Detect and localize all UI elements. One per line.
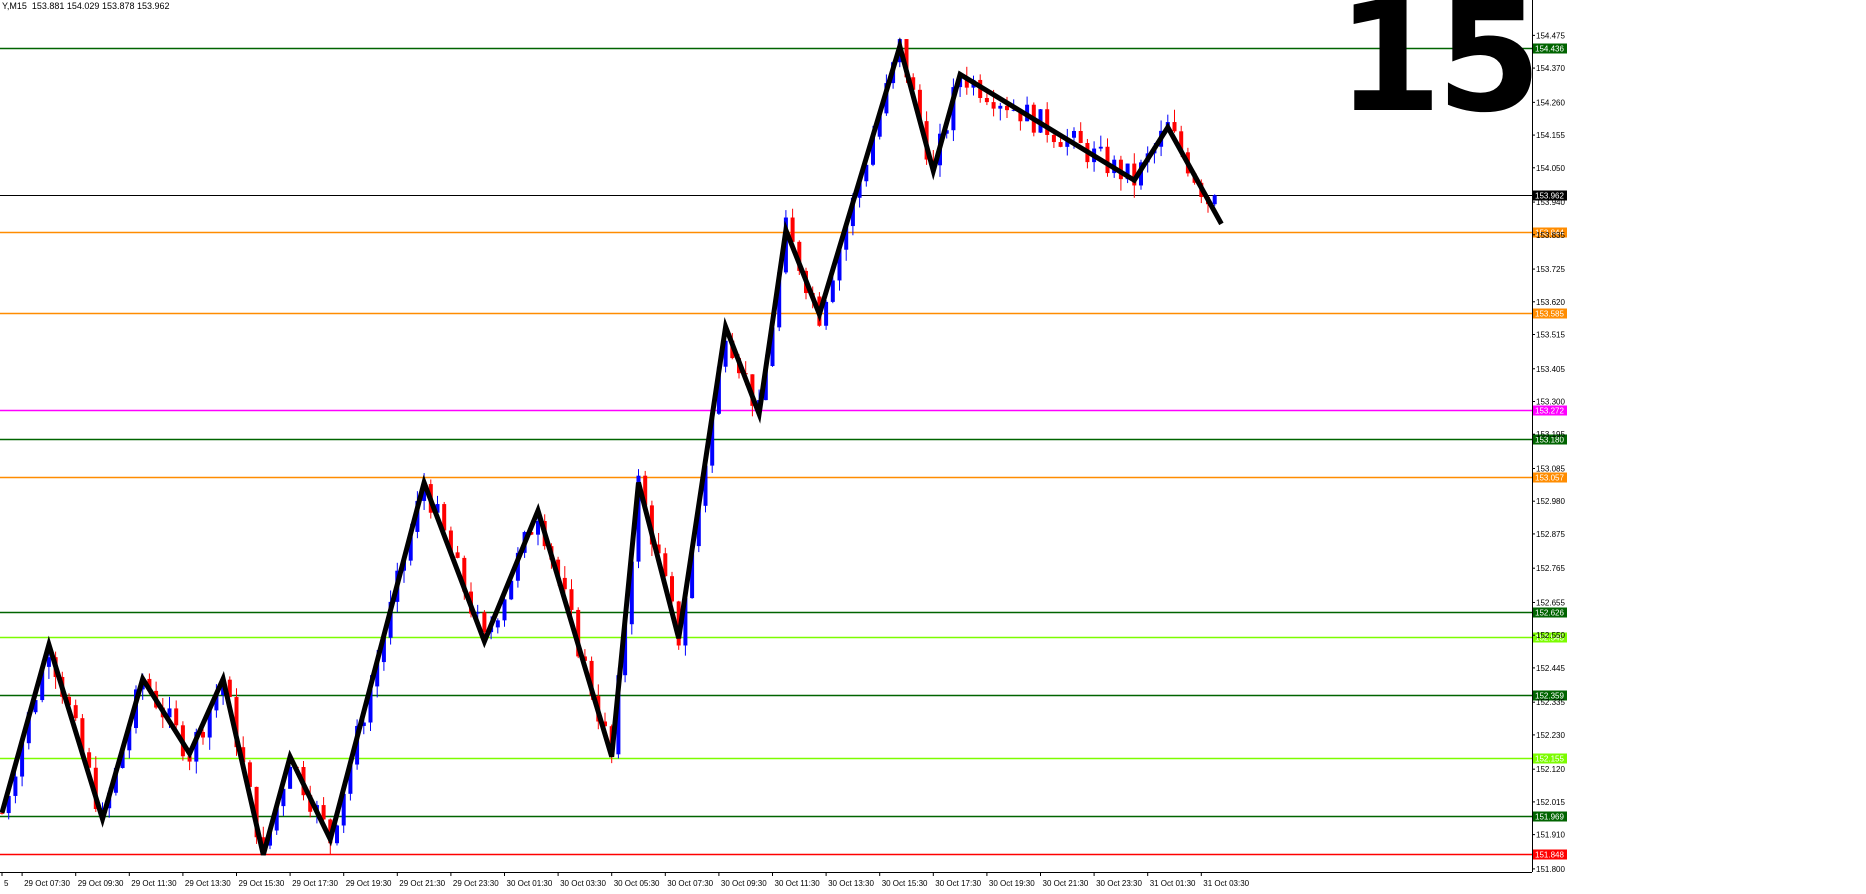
y-tick-label: 152.550 <box>1536 631 1565 640</box>
x-tick-label: 29 Oct 23:30 <box>453 879 499 888</box>
candle-body <box>824 301 829 326</box>
timeframe-overlay-number: 15 <box>1336 0 1542 146</box>
x-tick-label: 30 Oct 15:30 <box>882 879 928 888</box>
chart-area[interactable]: 154.436 153.844 153.585 153.272 153.180 153.0… <box>0 0 1866 894</box>
level-price-label: 153.272 <box>1535 407 1564 416</box>
level-price-label: 151.848 <box>1535 851 1564 860</box>
zigzag-line <box>0 37 1224 856</box>
candle-body <box>1098 146 1103 149</box>
x-tick-label: 5 <box>4 879 9 888</box>
x-tick-label: 30 Oct 21:30 <box>1043 879 1089 888</box>
axes: 154.475 154.370 154.260 154.155 154.050 153.9… <box>0 0 1565 888</box>
candle-body <box>495 620 500 628</box>
candle-body <box>174 708 179 726</box>
candle-body <box>1105 146 1110 174</box>
candle-body <box>455 552 460 558</box>
y-tick-label: 153.085 <box>1536 464 1565 473</box>
x-tick-label: 30 Oct 11:30 <box>775 879 821 888</box>
candle-body <box>73 705 78 719</box>
y-tick-label: 153.835 <box>1536 231 1565 240</box>
symbol-timeframe: Y,M15 <box>2 1 27 11</box>
level-price-label: 151.969 <box>1535 813 1564 822</box>
x-tick-label: 29 Oct 13:30 <box>185 879 231 888</box>
ohlc-readout: Y,M15 153.881 154.029 153.878 153.962 <box>2 1 170 11</box>
ohlc-values: 153.881 154.029 153.878 153.962 <box>31 1 170 11</box>
x-tick-label: 30 Oct 05:30 <box>614 879 660 888</box>
y-tick-label: 154.370 <box>1536 64 1565 73</box>
y-tick-label: 152.120 <box>1536 765 1565 774</box>
x-tick-label: 30 Oct 09:30 <box>721 879 767 888</box>
x-tick-label: 30 Oct 07:30 <box>667 879 713 888</box>
candle-body <box>998 105 1003 109</box>
y-tick-label: 154.050 <box>1536 164 1565 173</box>
level-price-label: 153.585 <box>1535 310 1564 319</box>
candle-body <box>482 612 487 633</box>
zigzag <box>0 37 1224 856</box>
y-tick-label: 152.015 <box>1536 798 1565 807</box>
y-tick-label: 154.155 <box>1536 131 1565 140</box>
level-price-label: 152.626 <box>1535 609 1564 618</box>
candlestick-chart[interactable]: 154.436153.844153.585153.272153.180153.0… <box>0 0 1866 894</box>
candle-body <box>1172 122 1177 132</box>
level-price-label: 152.155 <box>1535 755 1564 764</box>
candle-body <box>984 97 989 103</box>
y-tick-label: 152.765 <box>1536 564 1565 573</box>
y-tick-label: 152.230 <box>1536 731 1565 740</box>
y-tick-label: 153.620 <box>1536 298 1565 307</box>
y-tick-label: 153.300 <box>1536 397 1565 406</box>
y-tick-label: 152.445 <box>1536 664 1565 673</box>
candle-body <box>1045 109 1050 135</box>
level-price-label: 153.057 <box>1535 474 1564 483</box>
x-tick-label: 29 Oct 19:30 <box>346 879 392 888</box>
candle-body <box>1072 130 1076 138</box>
candle-body <box>13 776 18 796</box>
x-tick-label: 29 Oct 15:30 <box>239 879 285 888</box>
x-tick-label: 29 Oct 07:30 <box>24 879 70 888</box>
candle-body <box>502 599 507 621</box>
x-tick-label: 29 Oct 21:30 <box>399 879 445 888</box>
y-tick-label: 152.335 <box>1536 698 1565 707</box>
candle-body <box>569 589 574 610</box>
x-tick-label: 31 Oct 01:30 <box>1150 879 1196 888</box>
y-tick-label: 153.195 <box>1536 430 1565 439</box>
y-tick-label: 154.475 <box>1536 31 1565 40</box>
candle-body <box>1212 195 1217 205</box>
y-tick-label: 153.725 <box>1536 265 1565 274</box>
y-tick-label: 153.405 <box>1536 365 1565 374</box>
x-tick-label: 30 Oct 17:30 <box>935 879 981 888</box>
y-tick-label: 152.655 <box>1536 598 1565 607</box>
y-tick-label: 151.800 <box>1536 865 1565 874</box>
candle-body <box>1058 142 1063 147</box>
candle-body <box>1051 134 1056 143</box>
x-tick-label: 29 Oct 17:30 <box>292 879 338 888</box>
candles <box>0 38 1217 855</box>
candle-body <box>830 280 835 302</box>
x-tick-label: 30 Oct 13:30 <box>828 879 874 888</box>
x-tick-label: 30 Oct 03:30 <box>560 879 606 888</box>
x-tick-label: 30 Oct 19:30 <box>989 879 1035 888</box>
x-tick-label: 31 Oct 03:30 <box>1203 879 1249 888</box>
level-price-label: 154.436 <box>1535 45 1564 54</box>
y-tick-label: 151.910 <box>1536 831 1565 840</box>
y-tick-label: 153.515 <box>1536 331 1565 340</box>
candle-body <box>991 102 996 109</box>
y-tick-label: 154.260 <box>1536 98 1565 107</box>
x-tick-label: 30 Oct 01:30 <box>507 879 553 888</box>
y-tick-label: 153.940 <box>1536 198 1565 207</box>
y-tick-label: 152.875 <box>1536 530 1565 539</box>
x-tick-label: 29 Oct 11:30 <box>131 879 177 888</box>
x-tick-label: 29 Oct 09:30 <box>78 879 124 888</box>
candle-body <box>1078 130 1083 144</box>
x-tick-label: 30 Oct 23:30 <box>1096 879 1142 888</box>
y-tick-label: 152.980 <box>1536 497 1565 506</box>
